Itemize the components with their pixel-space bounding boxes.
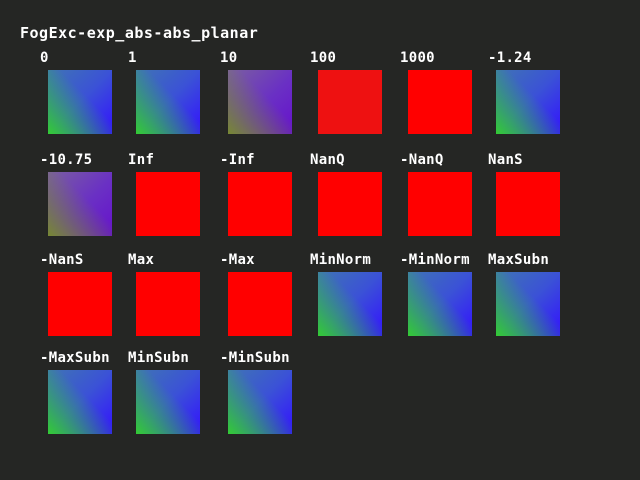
- result-cell: -NanQ: [400, 152, 490, 244]
- result-cell: 1: [128, 50, 218, 142]
- cell-label: MinNorm: [310, 252, 372, 268]
- result-cell: Inf: [128, 152, 218, 244]
- cell-label: -NanS: [40, 252, 84, 268]
- cell-label: Max: [128, 252, 155, 268]
- result-swatch: [136, 172, 200, 236]
- result-cell: -1.24: [488, 50, 578, 142]
- result-swatch: [136, 272, 200, 336]
- result-cell: MaxSubn: [488, 252, 578, 344]
- result-swatch: [318, 172, 382, 236]
- result-cell: -Inf: [220, 152, 310, 244]
- cell-label: -10.75: [40, 152, 93, 168]
- test-result-grid: 0 1 10 100 1000 -1.24 -10.75 Inf -Inf NanQ -NanQ Na…: [0, 0, 640, 480]
- cell-label: -Max: [220, 252, 255, 268]
- result-cell: Max: [128, 252, 218, 344]
- cell-label: -MinSubn: [220, 350, 290, 366]
- result-swatch: [496, 70, 560, 134]
- result-cell: NanS: [488, 152, 578, 244]
- cell-label: -MaxSubn: [40, 350, 110, 366]
- result-swatch: [228, 370, 292, 434]
- result-swatch: [408, 172, 472, 236]
- cell-label: 0: [40, 50, 49, 66]
- cell-label: -MinNorm: [400, 252, 470, 268]
- result-swatch: [496, 172, 560, 236]
- result-swatch: [136, 370, 200, 434]
- cell-label: NanS: [488, 152, 523, 168]
- result-swatch: [228, 70, 292, 134]
- result-swatch: [228, 272, 292, 336]
- result-swatch: [136, 70, 200, 134]
- result-swatch: [48, 172, 112, 236]
- result-swatch: [48, 272, 112, 336]
- result-cell: -10.75: [40, 152, 130, 244]
- result-swatch: [408, 272, 472, 336]
- cell-label: 10: [220, 50, 238, 66]
- result-cell: -MinSubn: [220, 350, 310, 442]
- result-cell: NanQ: [310, 152, 400, 244]
- result-cell: 1000: [400, 50, 490, 142]
- cell-label: -Inf: [220, 152, 255, 168]
- cell-label: -1.24: [488, 50, 532, 66]
- cell-label: MinSubn: [128, 350, 190, 366]
- cell-label: 1: [128, 50, 137, 66]
- cell-label: NanQ: [310, 152, 345, 168]
- result-swatch: [48, 370, 112, 434]
- cell-label: MaxSubn: [488, 252, 550, 268]
- result-cell: 0: [40, 50, 130, 142]
- result-cell: -MinNorm: [400, 252, 490, 344]
- result-cell: 100: [310, 50, 400, 142]
- result-swatch: [228, 172, 292, 236]
- result-swatch: [496, 272, 560, 336]
- cell-label: Inf: [128, 152, 155, 168]
- result-cell: MinNorm: [310, 252, 400, 344]
- result-cell: -NanS: [40, 252, 130, 344]
- result-cell: 10: [220, 50, 310, 142]
- cell-label: 100: [310, 50, 337, 66]
- result-swatch: [408, 70, 472, 134]
- cell-label: -NanQ: [400, 152, 444, 168]
- result-swatch: [318, 272, 382, 336]
- result-cell: -MaxSubn: [40, 350, 130, 442]
- cell-label: 1000: [400, 50, 435, 66]
- result-swatch: [48, 70, 112, 134]
- result-cell: -Max: [220, 252, 310, 344]
- result-swatch: [318, 70, 382, 134]
- result-cell: MinSubn: [128, 350, 218, 442]
